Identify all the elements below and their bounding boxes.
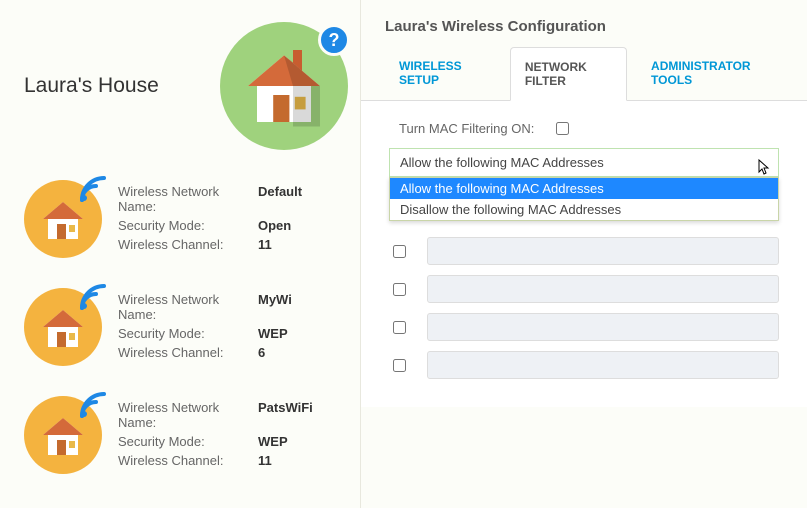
network-info: Wireless Network Name:MyWi Security Mode… [118,288,348,364]
network-name-value: Default [258,184,302,214]
tab-body-network-filter: Turn MAC Filtering ON: Allow the followi… [361,101,807,407]
mac-entry-row [389,313,779,341]
mac-filter-toggle-label: Turn MAC Filtering ON: [399,121,534,136]
wifi-icon [76,172,110,206]
help-icon[interactable]: ? [318,24,350,56]
wifi-icon [76,280,110,314]
network-avatar [24,288,102,366]
wireless-channel-label: Wireless Channel: [118,453,258,468]
security-mode-label: Security Mode: [118,326,258,341]
mac-entry-checkbox[interactable] [393,359,406,372]
mac-entry-input[interactable] [427,313,779,341]
mac-entry-checkbox[interactable] [393,245,406,258]
mac-entry-input[interactable] [427,351,779,379]
network-avatar [24,396,102,474]
network-row[interactable]: Wireless Network Name:PatsWiFi Security … [24,396,348,474]
house-header: Laura's House ? [24,22,348,150]
mac-entry-input[interactable] [427,237,779,265]
network-info: Wireless Network Name:Default Security M… [118,180,348,256]
mac-entry-row [389,237,779,265]
house-icon [239,41,329,131]
mac-filter-checkbox[interactable] [556,122,569,135]
network-name-value: MyWi [258,292,292,322]
mac-filter-toggle-row: Turn MAC Filtering ON: [399,119,779,138]
network-name-value: PatsWiFi [258,400,313,430]
mac-mode-select[interactable]: Allow the following MAC Addresses Allow … [389,148,779,177]
tab-network-filter[interactable]: NETWORK FILTER [510,47,627,101]
network-info: Wireless Network Name:PatsWiFi Security … [118,396,348,472]
mac-entry-row [389,351,779,379]
network-row[interactable]: Wireless Network Name:MyWi Security Mode… [24,288,348,366]
security-mode-label: Security Mode: [118,434,258,449]
mac-mode-option[interactable]: Allow the following MAC Addresses [390,178,778,199]
network-name-label: Wireless Network Name: [118,184,258,214]
wireless-channel-label: Wireless Channel: [118,237,258,252]
security-mode-value: Open [258,218,291,233]
left-sidebar: Laura's House ? [0,0,360,508]
wifi-icon [76,388,110,422]
mac-mode-option[interactable]: Disallow the following MAC Addresses [390,199,778,220]
config-panel: Laura's Wireless Configuration WIRELESS … [360,0,807,508]
mac-entry-checkbox[interactable] [393,321,406,334]
network-name-label: Wireless Network Name: [118,400,258,430]
mac-mode-options: Allow the following MAC AddressesDisallo… [389,177,779,221]
panel-title: Laura's Wireless Configuration [361,0,807,47]
security-mode-value: WEP [258,434,288,449]
security-mode-label: Security Mode: [118,218,258,233]
house-avatar: ? [220,22,348,150]
mac-entry-input[interactable] [427,275,779,303]
wireless-channel-label: Wireless Channel: [118,345,258,360]
house-title: Laura's House [24,74,159,98]
tab-wireless-setup[interactable]: WIRELESS SETUP [385,47,500,100]
wireless-channel-value: 11 [258,237,272,252]
mac-address-rows [389,237,779,379]
network-row[interactable]: Wireless Network Name:Default Security M… [24,180,348,258]
network-avatar [24,180,102,258]
wireless-channel-value: 11 [258,453,272,468]
mac-mode-selected[interactable]: Allow the following MAC Addresses [389,148,779,177]
mac-entry-checkbox[interactable] [393,283,406,296]
tab-bar: WIRELESS SETUP NETWORK FILTER ADMINISTRA… [361,47,807,101]
security-mode-value: WEP [258,326,288,341]
network-list: Wireless Network Name:Default Security M… [24,180,348,474]
mac-entry-row [389,275,779,303]
tab-administrator-tools[interactable]: ADMINISTRATOR TOOLS [637,47,783,100]
network-name-label: Wireless Network Name: [118,292,258,322]
wireless-channel-value: 6 [258,345,265,360]
